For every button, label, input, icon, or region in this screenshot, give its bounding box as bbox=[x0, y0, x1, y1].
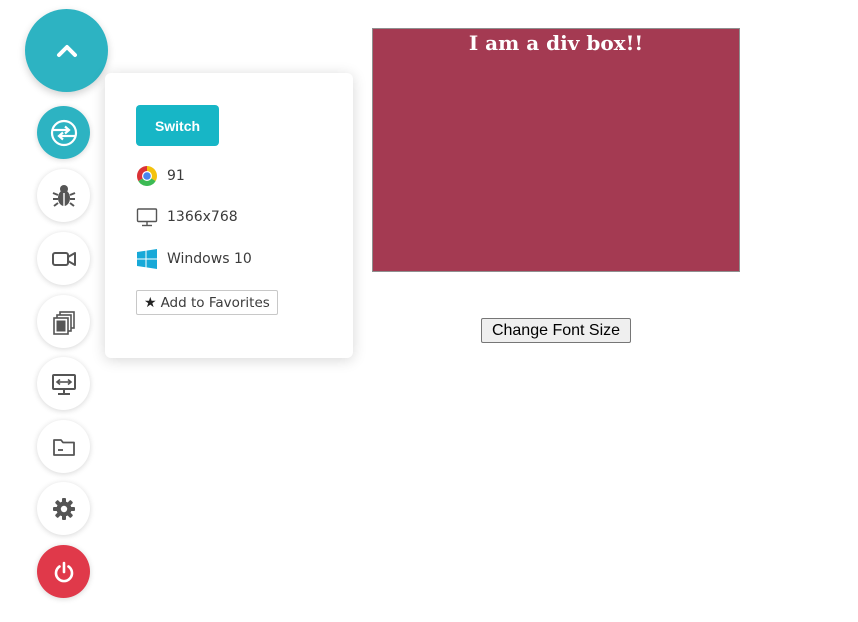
resolution-row: 1366x768 bbox=[136, 206, 238, 228]
change-font-size-button[interactable]: Change Font Size bbox=[481, 318, 631, 343]
gear-icon bbox=[52, 497, 75, 520]
settings-button[interactable] bbox=[37, 482, 90, 535]
os-text: Windows 10 bbox=[167, 251, 252, 267]
browser-version-row: 91 bbox=[136, 165, 185, 187]
add-to-favorites-label: Add to Favorites bbox=[160, 294, 270, 311]
browser-version-text: 91 bbox=[167, 168, 185, 184]
switch-browser-button[interactable] bbox=[37, 106, 90, 159]
end-session-button[interactable] bbox=[37, 545, 90, 598]
os-row: Windows 10 bbox=[136, 248, 252, 270]
div-box: I am a div box!! bbox=[372, 28, 740, 272]
chrome-icon bbox=[136, 165, 158, 187]
screenshot-button[interactable] bbox=[37, 295, 90, 348]
monitor-icon bbox=[51, 373, 76, 395]
chevron-up-icon bbox=[56, 44, 77, 57]
browser-info-panel: Switch 91 1366x768 Windows 10 ★ Add to F… bbox=[105, 73, 353, 358]
video-camera-icon bbox=[51, 251, 76, 266]
screen-resolution-button[interactable] bbox=[37, 357, 90, 410]
file-manager-button[interactable] bbox=[37, 420, 90, 473]
monitor-icon bbox=[136, 206, 158, 228]
bug-icon bbox=[52, 184, 75, 207]
add-to-favorites-button[interactable]: ★ Add to Favorites bbox=[136, 290, 278, 315]
folder-icon bbox=[52, 438, 75, 456]
collapse-toolbar-button[interactable] bbox=[25, 9, 108, 92]
bug-report-button[interactable] bbox=[37, 169, 90, 222]
gallery-icon bbox=[52, 310, 75, 335]
switch-icon bbox=[50, 119, 77, 146]
resolution-text: 1366x768 bbox=[167, 209, 238, 225]
switch-button[interactable]: Switch bbox=[136, 105, 219, 146]
div-box-text: I am a div box!! bbox=[468, 31, 644, 55]
video-recording-button[interactable] bbox=[37, 232, 90, 285]
windows-icon bbox=[136, 248, 158, 270]
power-icon bbox=[54, 561, 73, 582]
star-icon: ★ bbox=[144, 294, 157, 311]
